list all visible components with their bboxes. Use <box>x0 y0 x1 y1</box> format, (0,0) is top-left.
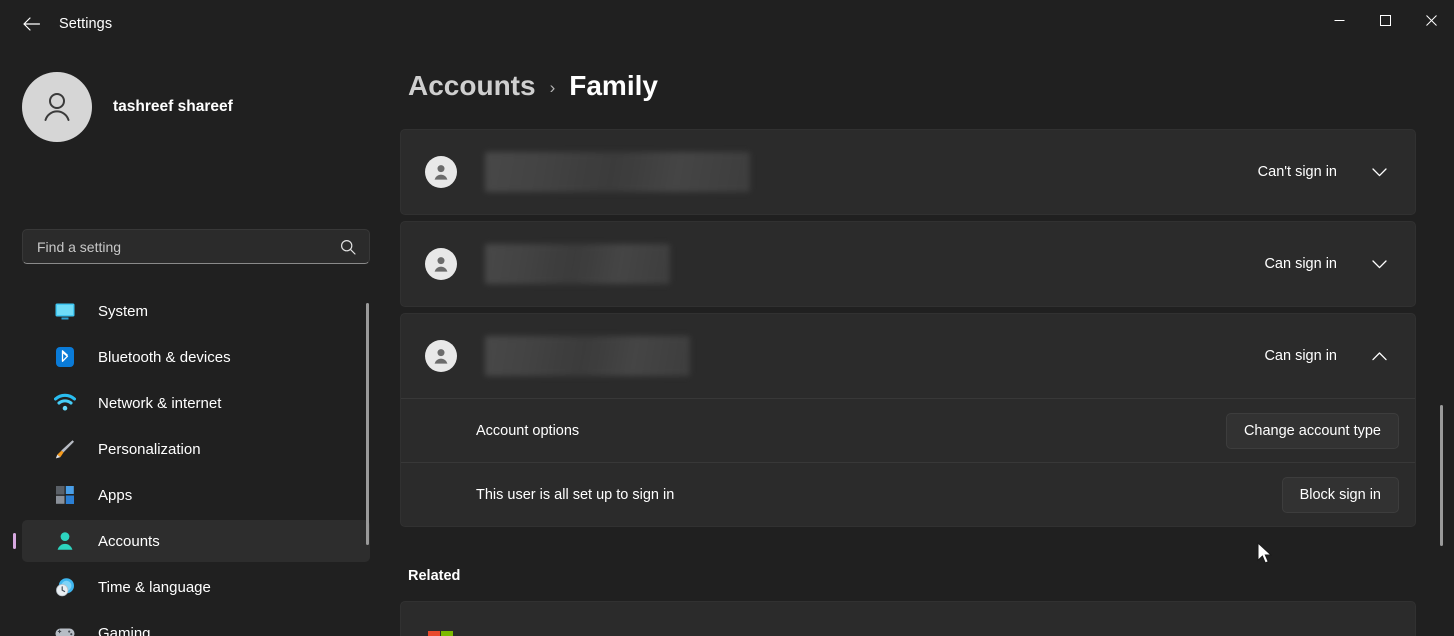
apps-icon <box>52 484 78 506</box>
account-status-label: Can't sign in <box>1258 164 1337 180</box>
sidebar-item-label: Gaming <box>98 625 151 636</box>
breadcrumb-parent[interactable]: Accounts <box>408 70 536 102</box>
monitor-icon <box>52 300 78 322</box>
main-scrollbar[interactable] <box>1440 405 1443 546</box>
gamepad-icon <box>52 622 78 636</box>
profile-name: tashreef shareef <box>113 98 233 116</box>
account-avatar <box>425 248 457 280</box>
title-bar: Settings <box>0 0 1454 48</box>
account-option-label: This user is all set up to sign in <box>476 487 674 503</box>
person-avatar-icon <box>430 253 452 275</box>
clock-icon <box>52 576 78 598</box>
sidebar-item-gaming[interactable]: Gaming <box>22 612 370 636</box>
sidebar-item-network-internet[interactable]: Network & internet <box>22 382 370 424</box>
sidebar-item-accounts[interactable]: Accounts <box>22 520 370 562</box>
paintbrush-icon <box>52 438 78 460</box>
close-button[interactable] <box>1408 0 1454 40</box>
maximize-icon <box>1380 15 1391 26</box>
minimize-icon <box>1334 15 1345 26</box>
related-item-microsoft-365[interactable]: Microsoft 365 Family <box>400 601 1416 636</box>
account-status-label: Can sign in <box>1264 348 1337 364</box>
back-button[interactable] <box>10 8 52 40</box>
account-option-row: Account options Change account type <box>401 398 1415 462</box>
settings-window: Settings <box>0 0 1454 636</box>
office-icon <box>425 627 457 636</box>
window-title: Settings <box>59 16 112 32</box>
account-option-label: Account options <box>476 423 579 439</box>
account-avatar <box>425 156 457 188</box>
person-avatar-icon <box>430 161 452 183</box>
account-card-header[interactable]: Can sign in <box>401 222 1415 306</box>
account-name-redacted <box>485 336 690 376</box>
sidebar: tashreef shareef System Bluetooth & devic… <box>0 48 392 636</box>
page-title: Family <box>569 70 658 102</box>
sidebar-item-label: Personalization <box>98 441 201 458</box>
maximize-button[interactable] <box>1362 0 1408 40</box>
sidebar-item-label: Network & internet <box>98 395 221 412</box>
sidebar-nav: System Bluetooth & devices Network & inter… <box>0 248 392 636</box>
related-heading: Related <box>408 568 460 584</box>
account-option-row: This user is all set up to sign in Block … <box>401 462 1415 526</box>
sidebar-scrollbar[interactable] <box>366 303 369 545</box>
chevron-down-icon[interactable] <box>1359 168 1399 177</box>
account-card: Can't sign in <box>400 129 1416 215</box>
close-icon <box>1426 15 1437 26</box>
sidebar-item-label: Time & language <box>98 579 211 596</box>
person-avatar-icon <box>430 345 452 367</box>
avatar <box>22 72 92 142</box>
account-name-redacted <box>485 152 750 192</box>
sidebar-item-time-language[interactable]: Time & language <box>22 566 370 608</box>
person-icon <box>52 530 78 552</box>
sidebar-item-system[interactable]: System <box>22 290 370 332</box>
account-card: Can sign in Account options Change account… <box>400 313 1416 527</box>
breadcrumb: Accounts › Family <box>408 70 658 102</box>
account-card-header[interactable]: Can sign in <box>401 314 1415 398</box>
bluetooth-icon <box>52 346 78 368</box>
sidebar-item-label: System <box>98 303 148 320</box>
sidebar-item-label: Apps <box>98 487 132 504</box>
sidebar-item-personalization[interactable]: Personalization <box>22 428 370 470</box>
account-option-button[interactable]: Block sign in <box>1282 477 1399 513</box>
sidebar-item-bluetooth-devices[interactable]: Bluetooth & devices <box>22 336 370 378</box>
account-card-header[interactable]: Can't sign in <box>401 130 1415 214</box>
minimize-button[interactable] <box>1316 0 1362 40</box>
account-avatar <box>425 340 457 372</box>
arrow-left-icon <box>23 17 40 31</box>
wifi-icon <box>52 392 78 414</box>
account-card: Can sign in <box>400 221 1416 307</box>
account-cards: Can't sign in Can sign in Can sign in Accou… <box>400 129 1416 533</box>
account-name-redacted <box>485 244 670 284</box>
main-content: Accounts › Family Can't sign in Can sign … <box>392 48 1454 636</box>
sidebar-item-label: Bluetooth & devices <box>98 349 231 366</box>
breadcrumb-separator-icon: › <box>550 78 556 98</box>
person-avatar-icon <box>37 87 77 127</box>
user-profile[interactable]: tashreef shareef <box>22 72 233 142</box>
chevron-up-icon[interactable] <box>1359 352 1399 361</box>
chevron-down-icon[interactable] <box>1359 260 1399 269</box>
account-option-button[interactable]: Change account type <box>1226 413 1399 449</box>
window-controls <box>1316 0 1454 48</box>
sidebar-item-apps[interactable]: Apps <box>22 474 370 516</box>
sidebar-item-label: Accounts <box>98 533 160 550</box>
account-status-label: Can sign in <box>1264 256 1337 272</box>
